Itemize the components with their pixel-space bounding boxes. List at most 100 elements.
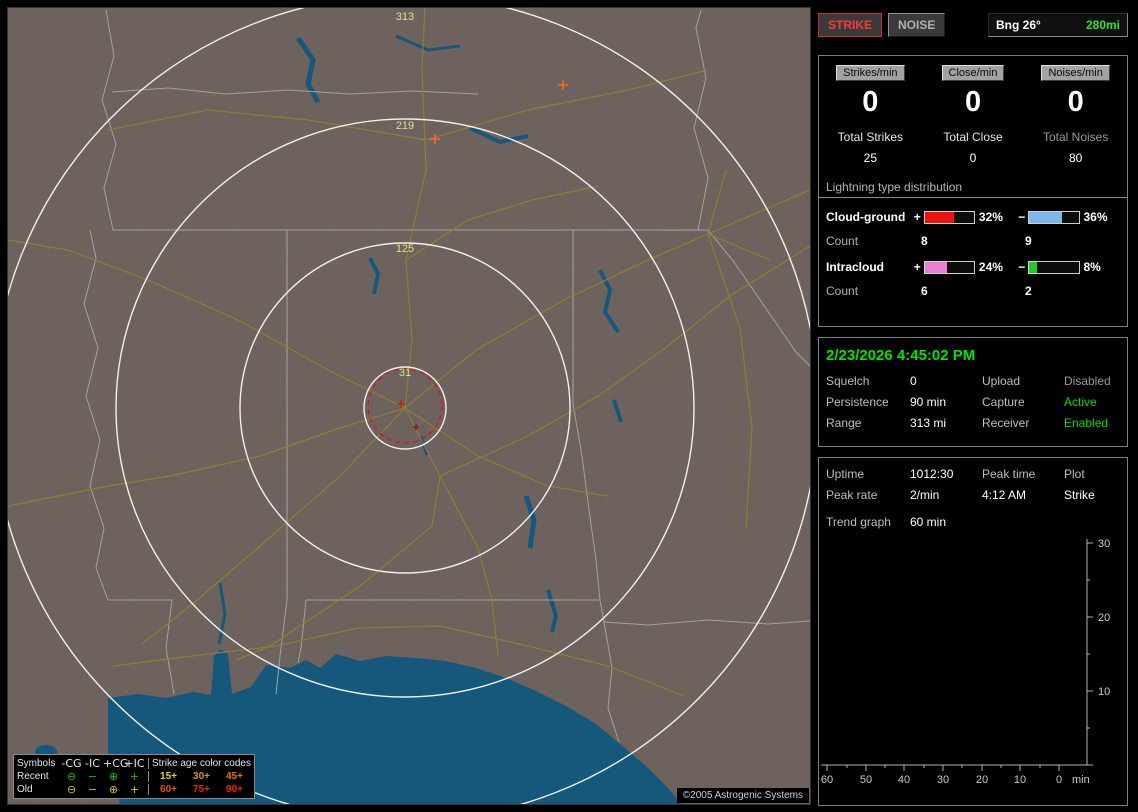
- total-close-value: 0: [969, 151, 977, 165]
- total-strikes-label: Total Strikes: [837, 130, 904, 144]
- pos-cg-old-icon: ⊕: [108, 783, 119, 796]
- total-strikes-value: 25: [863, 151, 878, 165]
- strike-mode-button[interactable]: STRIKE: [818, 13, 883, 37]
- intracloud-negative-count: 2: [1025, 284, 1032, 298]
- legend-age-title: Strike age color codes: [152, 758, 251, 769]
- plot-value: Strike: [1064, 488, 1095, 502]
- cloud-ground-row: Cloud-ground + 32% − 36%: [819, 210, 1127, 224]
- peak-rate-label: Peak rate: [826, 488, 878, 502]
- neg-ic-old-icon: −: [87, 783, 98, 796]
- close-per-min-column: Close/min 0 Total Close 0: [922, 65, 1025, 165]
- y-tick-20: 20: [1098, 612, 1110, 624]
- rates-row: Strikes/min 0 Total Strikes 25 Close/min…: [819, 56, 1127, 165]
- neg-ic-recent-icon: −: [87, 770, 98, 783]
- cloud-ground-positive-pct: 32%: [978, 210, 1003, 224]
- trend-axis-labels: 30 20 10 60 50 40 30 20 10 0 min: [821, 538, 1110, 786]
- legend-recent-row: Recent ⊖ − ⊕ + 15+ 30+ 45+: [17, 770, 251, 783]
- persistence-value: 90 min: [910, 395, 947, 409]
- noises-per-min-value: 0: [1067, 86, 1084, 118]
- legend-symbols-header: Symbols: [17, 758, 56, 769]
- age-75: 75+: [193, 784, 210, 795]
- squelch-value: 0: [910, 374, 917, 388]
- plus-sign: +: [913, 210, 921, 224]
- noise-mode-button[interactable]: NOISE: [888, 13, 946, 37]
- strike-statistics-box: Strikes/min 0 Total Strikes 25 Close/min…: [818, 55, 1128, 327]
- legend-col-pos-ic: +IC: [124, 757, 145, 770]
- ring-label-313: 313: [396, 11, 414, 23]
- x-tick-30: 30: [937, 774, 949, 786]
- receiver-status-box: 2/23/2026 4:45:02 PM Squelch 0 Upload Di…: [818, 337, 1128, 447]
- session-stats-grid: Uptime 1012:30 Peak time Plot Peak rate …: [819, 458, 1127, 502]
- intracloud-row: Intracloud + 24% − 8%: [819, 260, 1127, 274]
- x-tick-0: 0: [1056, 774, 1062, 786]
- map-legend: Symbols -CG -IC +CG +IC Strike age color…: [13, 754, 255, 799]
- pos-cg-recent-icon: ⊕: [108, 770, 119, 783]
- ring-label-125: 125: [396, 243, 414, 255]
- cloud-ground-count-row: Count 8 9: [819, 234, 1127, 248]
- range-label: Range: [826, 416, 862, 430]
- intracloud-negative-pct: 8%: [1083, 260, 1101, 274]
- upload-label: Upload: [982, 374, 1021, 388]
- age-60: 60+: [160, 784, 177, 795]
- peak-time-value: 4:12 AM: [982, 488, 1027, 502]
- minus-sign: −: [1018, 260, 1026, 274]
- persistence-label: Persistence: [826, 395, 889, 409]
- capture-label: Capture: [982, 395, 1025, 409]
- trend-graph-label: Trend graph: [826, 515, 891, 529]
- cloud-ground-negative-bar: [1028, 210, 1080, 224]
- cloud-ground-positive-count: 8: [921, 234, 928, 248]
- trend-graph: 30 20 10 60 50 40 30 20 10 0 min: [821, 538, 1110, 786]
- ring-label-219: 219: [396, 120, 414, 132]
- total-noises-value: 80: [1069, 151, 1083, 165]
- receiver-label: Receiver: [982, 416, 1030, 430]
- ring-label-31: 31: [399, 367, 411, 379]
- legend-old-label: Old: [17, 784, 33, 795]
- noises-per-min-header[interactable]: Noises/min: [1041, 65, 1110, 81]
- map-canvas[interactable]: 313 219 125 31: [8, 8, 810, 804]
- trend-graph-value: 60 min: [910, 515, 947, 529]
- cloud-ground-positive-bar: [923, 210, 975, 224]
- y-tick-30: 30: [1098, 538, 1110, 550]
- mode-toolbar: STRIKE NOISE Bng 26° 280mi: [818, 13, 1128, 37]
- copyright-text: ©2005 Astrogenic Systems: [676, 788, 809, 803]
- total-noises-label: Total Noises: [1042, 130, 1109, 144]
- age-15: 15+: [160, 771, 177, 782]
- trend-axes: [821, 539, 1093, 771]
- x-tick-10: 10: [1014, 774, 1026, 786]
- noises-per-min-column: Noises/min 0 Total Noises 80: [1024, 65, 1127, 165]
- y-tick-10: 10: [1098, 686, 1110, 698]
- range-value: 313 mi: [910, 416, 947, 430]
- pos-ic-recent-icon: +: [129, 770, 140, 783]
- legend-recent-label: Recent: [17, 771, 49, 782]
- bearing-value: Bng 26°: [996, 18, 1041, 32]
- strikes-per-min-header[interactable]: Strikes/min: [836, 65, 905, 81]
- plus-sign: +: [913, 260, 921, 274]
- distribution-title: Lightning type distribution: [819, 180, 1127, 198]
- squelch-label: Squelch: [826, 374, 870, 388]
- intracloud-positive-pct: 24%: [978, 260, 1003, 274]
- x-tick-60: 60: [821, 774, 833, 786]
- minus-sign: −: [1018, 210, 1026, 224]
- uptime-value: 1012:30: [910, 467, 954, 481]
- intracloud-positive-count: 6: [921, 284, 928, 298]
- intracloud-count-row: Count 6 2: [819, 284, 1127, 298]
- age-90: 90+: [226, 784, 243, 795]
- uptime-label: Uptime: [826, 467, 865, 481]
- neg-cg-old-icon: ⊖: [66, 783, 77, 796]
- age-30: 30+: [193, 771, 210, 782]
- receiver-value: Enabled: [1064, 416, 1109, 430]
- x-tick-20: 20: [976, 774, 988, 786]
- lightning-map[interactable]: 313 219 125 31 Symbols -CG -IC +CG +IC S…: [7, 7, 811, 805]
- cloud-ground-negative-count: 9: [1025, 234, 1032, 248]
- legend-header-row: Symbols -CG -IC +CG +IC Strike age color…: [17, 757, 251, 770]
- age-45: 45+: [226, 771, 243, 782]
- peak-time-label: Peak time: [982, 467, 1036, 481]
- plot-label: Plot: [1064, 467, 1085, 481]
- x-tick-50: 50: [860, 774, 872, 786]
- neg-cg-recent-icon: ⊖: [66, 770, 77, 783]
- pos-ic-old-icon: +: [129, 783, 140, 796]
- close-per-min-header[interactable]: Close/min: [941, 65, 1005, 81]
- strikes-per-min-value: 0: [862, 86, 879, 118]
- legend-col-neg-cg: -CG: [61, 757, 82, 770]
- intracloud-label: Intracloud: [826, 260, 885, 274]
